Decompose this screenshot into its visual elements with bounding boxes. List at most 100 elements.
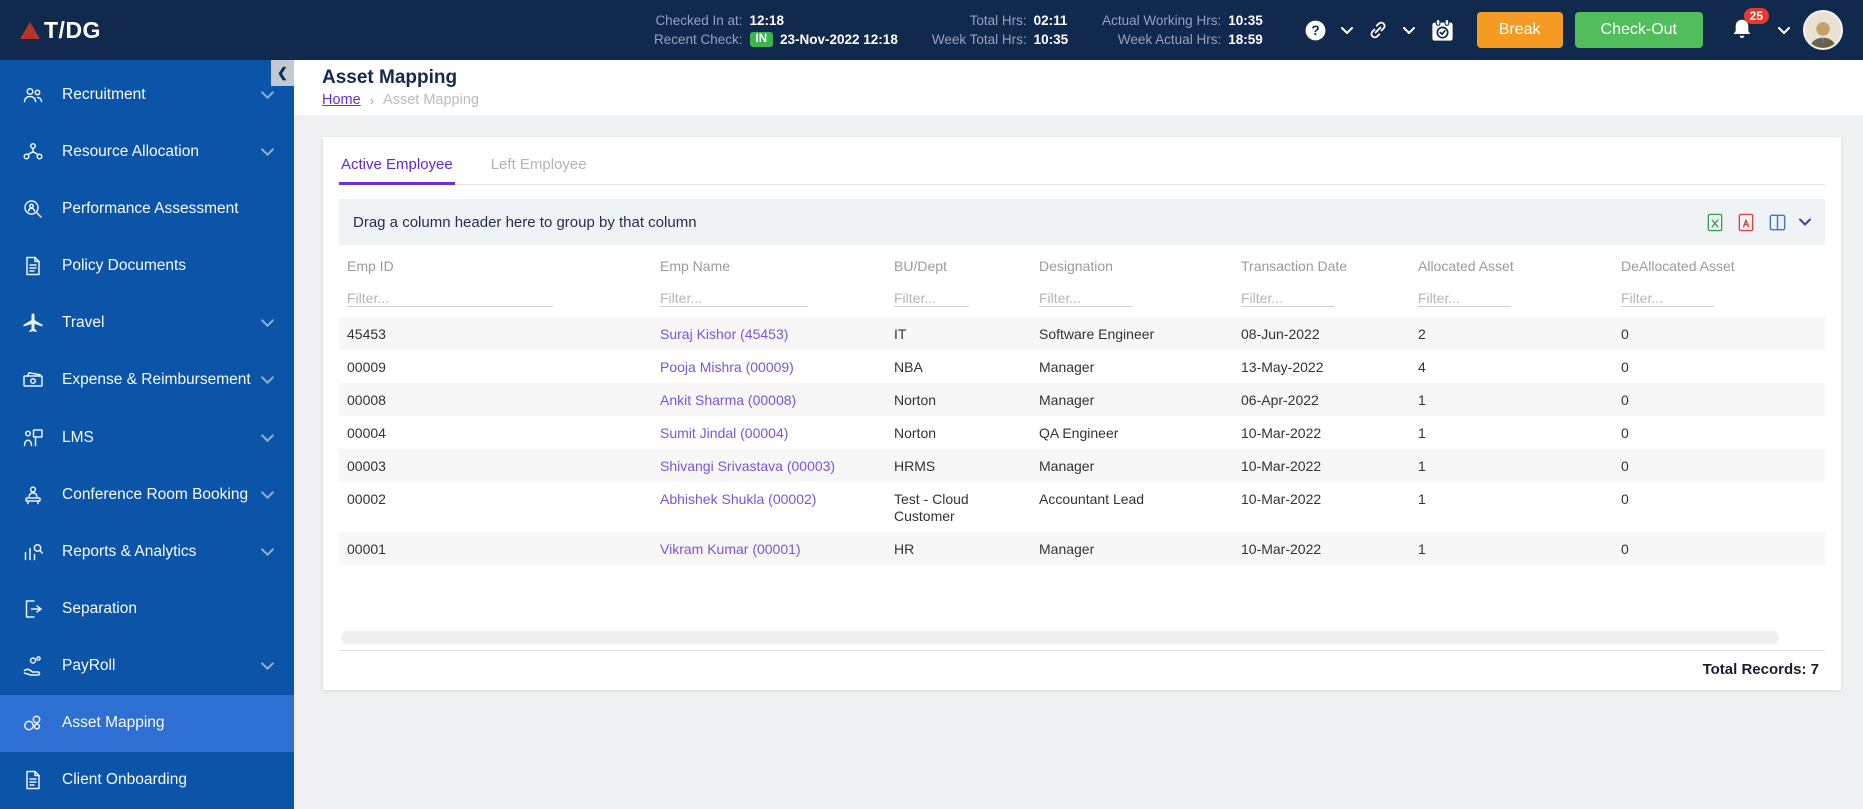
link-icon[interactable]: [1367, 19, 1389, 41]
cell-allocated-asset: 2: [1418, 326, 1426, 342]
main-content: Asset Mapping Home › Asset Mapping Activ…: [294, 60, 1863, 809]
sidebar-item-label: Client Onboarding: [62, 771, 187, 789]
checkout-button[interactable]: Check-Out: [1574, 12, 1703, 48]
grid-group-panel[interactable]: Drag a column header here to group by th…: [339, 199, 1825, 245]
cell-deallocated-asset: 0: [1621, 392, 1629, 408]
grid-body: 45453 Suraj Kishor (45453) IT Software E…: [339, 317, 1825, 565]
sidebar-item-recruitment[interactable]: Recruitment: [0, 66, 294, 123]
filter-input-bu-dept[interactable]: [894, 290, 969, 307]
excel-export-icon[interactable]: [1705, 212, 1725, 233]
cell-allocated-asset: 1: [1418, 458, 1426, 474]
sidebar-nav: Recruitment Resource Allocation Performa…: [0, 60, 294, 809]
cell-designation: Manager: [1039, 392, 1095, 408]
sidebar-item-reports-analytics[interactable]: Reports & Analytics: [0, 523, 294, 580]
chevron-down-icon[interactable]: [1778, 26, 1790, 34]
user-avatar[interactable]: [1803, 10, 1843, 50]
week-actual-hrs-value: 18:59: [1228, 32, 1263, 47]
employee-name-link[interactable]: Pooja Mishra (00009): [660, 359, 794, 375]
calendar-attendance-icon[interactable]: [1429, 17, 1456, 44]
filter-input-emp-id[interactable]: [347, 290, 553, 307]
table-row: 00003 Shivangi Srivastava (00003) HRMS M…: [339, 449, 1825, 482]
column-header-deallocated-asset[interactable]: DeAllocated Asset: [1613, 245, 1825, 284]
cell-designation: Accountant Lead: [1039, 491, 1145, 507]
grid-empty-area: [339, 565, 1825, 631]
breadcrumb-home-link[interactable]: Home: [322, 92, 361, 108]
filter-input-transaction-date[interactable]: [1241, 290, 1334, 307]
help-icon[interactable]: ?: [1304, 19, 1327, 42]
column-header-bu-dept[interactable]: BU/Dept: [886, 245, 1031, 284]
employee-name-link[interactable]: Vikram Kumar (00001): [660, 541, 801, 557]
hand-coin-icon: [18, 654, 48, 678]
column-header-allocated-asset[interactable]: Allocated Asset: [1410, 245, 1613, 284]
filter-input-designation[interactable]: [1039, 290, 1132, 307]
sidebar-item-policy-documents[interactable]: Policy Documents: [0, 237, 294, 294]
employee-name-link[interactable]: Ankit Sharma (00008): [660, 392, 796, 408]
sidebar-item-resource-allocation[interactable]: Resource Allocation: [0, 123, 294, 180]
employee-name-link[interactable]: Abhishek Shukla (00002): [660, 491, 816, 507]
cell-allocated-asset: 1: [1418, 425, 1426, 441]
horizontal-scrollbar[interactable]: [341, 631, 1779, 644]
employee-name-link[interactable]: Shivangi Srivastava (00003): [660, 458, 835, 474]
sidebar-item-label: Asset Mapping: [62, 714, 165, 732]
breadcrumb-separator-icon: ›: [369, 92, 375, 108]
chart-magnifier-icon: [18, 540, 48, 564]
employee-name-link[interactable]: Suraj Kishor (45453): [660, 326, 788, 342]
chevron-down-icon: [261, 90, 274, 99]
actual-working-hrs-value: 10:35: [1228, 13, 1263, 28]
employee-name-link[interactable]: Sumit Jindal (00004): [660, 425, 788, 441]
sidebar-item-asset-mapping[interactable]: Asset Mapping: [0, 694, 294, 752]
sidebar-collapse-button[interactable]: ❮: [271, 60, 294, 86]
notifications-bell-icon[interactable]: 25: [1729, 8, 1769, 43]
cell-emp-id: 00004: [347, 425, 386, 441]
sidebar-item-label: Recruitment: [62, 85, 146, 103]
sidebar-item-conference-room-booking[interactable]: Conference Room Booking: [0, 466, 294, 523]
cell-bu-dept: Test - Cloud Customer: [894, 491, 969, 524]
filter-input-allocated-asset[interactable]: [1418, 290, 1511, 307]
table-row: 00001 Vikram Kumar (00001) HR Manager 10…: [339, 532, 1825, 565]
cell-bu-dept: HR: [894, 541, 915, 557]
column-header-transaction-date[interactable]: Transaction Date: [1233, 245, 1410, 284]
column-header-emp-id[interactable]: Emp ID: [339, 245, 652, 284]
chevron-down-icon: [261, 148, 274, 156]
app-logo[interactable]: T/DG: [20, 17, 101, 44]
recruitment-people-icon: [18, 83, 48, 107]
chevron-down-icon: [261, 319, 274, 328]
tab-left-employee[interactable]: Left Employee: [489, 150, 589, 184]
cell-bu-dept: Norton: [894, 392, 937, 408]
sidebar-item-travel[interactable]: Travel: [0, 295, 294, 352]
chevron-down-icon[interactable]: [1799, 218, 1811, 226]
sidebar-item-payroll[interactable]: PayRoll: [0, 638, 294, 695]
sidebar-item-label: Expense & Reimbursement: [62, 371, 251, 389]
filter-input-emp-name[interactable]: [660, 290, 808, 307]
recent-check-value: IN 23-Nov-2022 12:18: [749, 31, 898, 48]
sidebar-item-lms[interactable]: LMS: [0, 409, 294, 466]
breadcrumb: Home › Asset Mapping: [322, 92, 1863, 108]
grid-toolbar: [1705, 212, 1811, 233]
sidebar-item-separation[interactable]: Separation: [0, 580, 294, 637]
sidebar-item-client-onboarding[interactable]: Client Onboarding: [0, 752, 294, 809]
plane-icon: [18, 311, 48, 335]
sidebar-item-label: Policy Documents: [62, 257, 187, 275]
column-chooser-icon[interactable]: [1767, 212, 1788, 233]
cell-designation: QA Engineer: [1039, 425, 1119, 441]
pdf-export-icon[interactable]: [1736, 212, 1756, 233]
table-row: 00004 Sumit Jindal (00004) Norton QA Eng…: [339, 416, 1825, 449]
tab-active-employee[interactable]: Active Employee: [339, 150, 455, 185]
cell-transaction-date: 10-Mar-2022: [1241, 458, 1322, 474]
cell-transaction-date: 06-Apr-2022: [1241, 392, 1319, 408]
cell-emp-id: 45453: [347, 326, 386, 342]
recent-check-datetime: 23-Nov-2022 12:18: [780, 32, 898, 47]
chevron-down-icon[interactable]: [1340, 26, 1353, 34]
column-header-emp-name[interactable]: Emp Name: [652, 245, 886, 284]
sidebar-item-expense-reimbursement[interactable]: Expense & Reimbursement: [0, 352, 294, 409]
cell-allocated-asset: 1: [1418, 541, 1426, 557]
chevron-down-icon: [261, 662, 274, 671]
column-header-designation[interactable]: Designation: [1031, 245, 1233, 284]
sidebar-item-performance-assessment[interactable]: Performance Assessment: [0, 180, 294, 237]
chevron-down-icon[interactable]: [1402, 26, 1415, 34]
filter-input-deallocated-asset[interactable]: [1621, 290, 1714, 307]
table-row: 00008 Ankit Sharma (00008) Norton Manage…: [339, 383, 1825, 416]
cell-deallocated-asset: 0: [1621, 491, 1629, 507]
break-button[interactable]: Break: [1476, 12, 1563, 48]
cell-deallocated-asset: 0: [1621, 541, 1629, 557]
